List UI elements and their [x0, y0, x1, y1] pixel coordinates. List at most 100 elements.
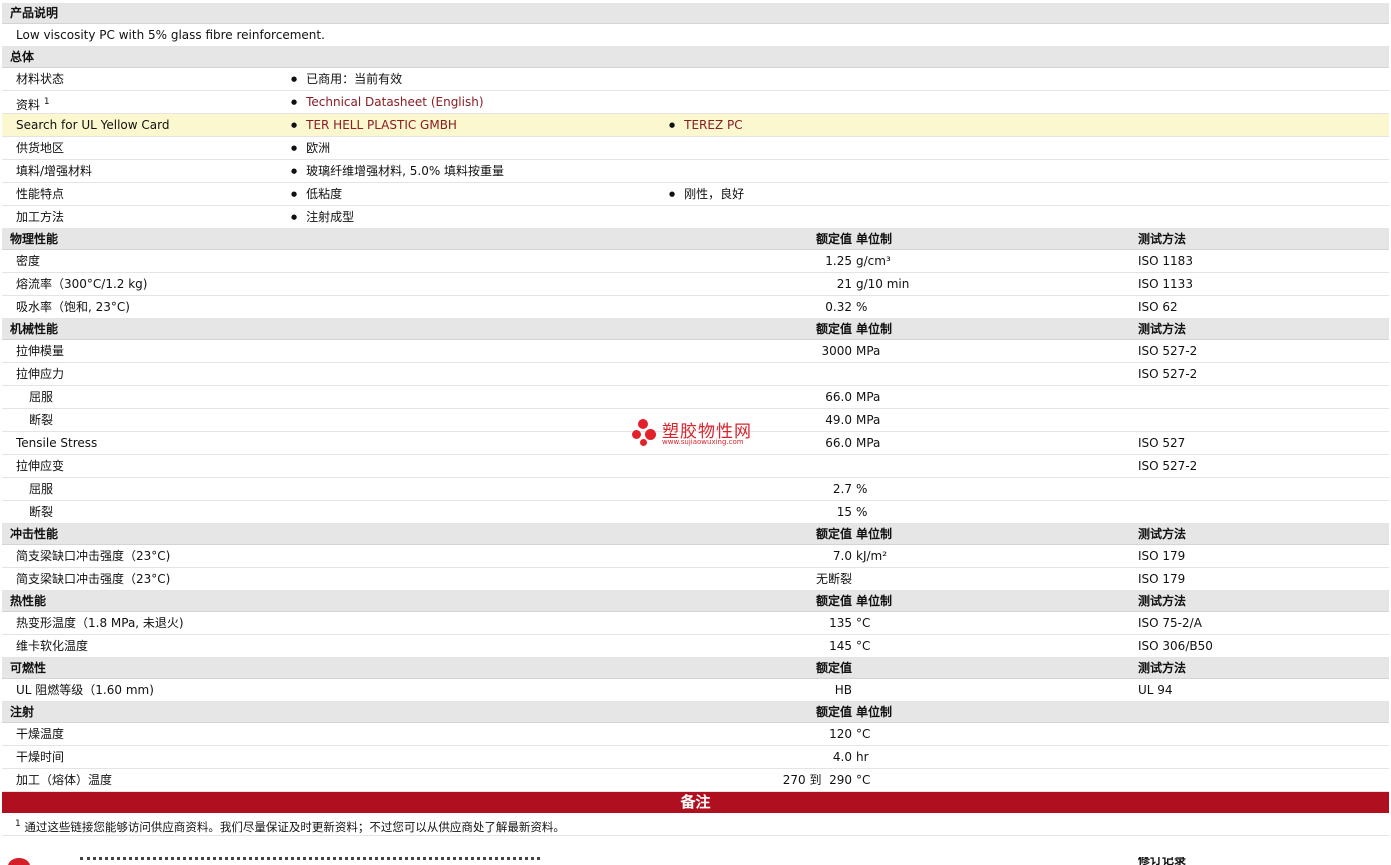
- column-test: 测试方法: [1138, 322, 1187, 336]
- technical-datasheet-link[interactable]: Technical Datasheet (English): [306, 95, 483, 109]
- table-row: 拉伸模量 3000 MPa ISO 527-2: [2, 340, 1389, 363]
- table-row: 拉伸应力 ISO 527-2: [2, 363, 1389, 386]
- table-row: 维卡软化温度 145 °C ISO 306/B50: [2, 635, 1389, 658]
- table-row: 拉伸应变 ISO 527-2: [2, 455, 1389, 478]
- property-unit: g/10 min: [856, 277, 910, 291]
- property-unit: °C: [856, 616, 871, 630]
- datasheet-list-item: Technical Datasheet (English): [291, 91, 483, 115]
- column-unit: 单位制: [856, 232, 893, 246]
- column-nominal: 额定值: [815, 594, 852, 608]
- property-value: HB: [834, 683, 852, 697]
- column-unit: 单位制: [856, 705, 893, 719]
- property-label: 简支梁缺口冲击强度（23°C): [16, 549, 171, 563]
- table-row: 密度 1.25 g/cm³ ISO 1183: [2, 250, 1389, 273]
- test-method: ISO 62: [1138, 300, 1178, 314]
- footnote-marker: 1: [15, 819, 21, 829]
- ul-list-item: TER HELL PLASTIC GMBH: [291, 114, 457, 138]
- section-title: 注射: [10, 705, 35, 719]
- property-unit: MPa: [856, 436, 881, 450]
- property-label: 断裂: [29, 505, 54, 519]
- property-label: 供货地区: [16, 141, 65, 155]
- property-unit: MPa: [856, 390, 881, 404]
- property-label: 吸水率（饱和, 23°C): [16, 300, 130, 314]
- footer-logo-icon: [8, 858, 30, 865]
- property-unit: MPa: [856, 344, 881, 358]
- property-label: 拉伸应变: [16, 459, 65, 473]
- section-title: 热性能: [10, 594, 47, 608]
- column-test: 测试方法: [1138, 594, 1187, 608]
- general-row-region: 供货地区 欧洲: [2, 137, 1389, 160]
- section-title: 机械性能: [10, 322, 59, 336]
- property-value: 玻璃纤维增强材料, 5.0% 填料按重量: [291, 160, 504, 184]
- property-label: 材料状态: [16, 72, 65, 86]
- property-value: 注射成型: [291, 206, 354, 230]
- property-unit: g/cm³: [856, 254, 891, 268]
- column-nominal: 额定值: [815, 705, 852, 719]
- general-row-documents: 资料 1 Technical Datasheet (English): [2, 91, 1389, 114]
- section-title: 总体: [10, 50, 35, 64]
- property-value: 无断裂: [815, 572, 852, 586]
- property-label: 屈服: [29, 482, 54, 496]
- property-value: 低粘度: [291, 183, 342, 207]
- property-value: 66.0: [825, 390, 852, 404]
- column-unit: 单位制: [856, 594, 893, 608]
- table-row: 吸水率（饱和, 23°C) 0.32 % ISO 62: [2, 296, 1389, 319]
- ul-card-link-terez[interactable]: TEREZ PC: [684, 118, 742, 132]
- property-label: 熔流率（300°C/1.2 kg): [16, 277, 148, 291]
- property-label: 干燥温度: [16, 727, 65, 741]
- section-header-mechanical: 机械性能 额定值 单位制 测试方法: [2, 319, 1389, 340]
- section-title: 产品说明: [10, 6, 59, 20]
- footer-revision-label: 修订记录: [1138, 857, 1187, 865]
- test-method: ISO 179: [1138, 572, 1186, 586]
- property-value: 15: [836, 505, 852, 519]
- general-row-features: 性能特点 低粘度 刚性，良好: [2, 183, 1389, 206]
- column-nominal: 额定值: [815, 661, 852, 675]
- property-value: 145: [829, 639, 852, 653]
- property-value: 49.0: [825, 413, 852, 427]
- general-row-filler: 填料/增强材料 玻璃纤维增强材料, 5.0% 填料按重量: [2, 160, 1389, 183]
- test-method: ISO 306/B50: [1138, 639, 1213, 653]
- property-unit: %: [856, 300, 868, 314]
- test-method: ISO 527-2: [1138, 367, 1198, 381]
- column-test: 测试方法: [1138, 232, 1187, 246]
- table-row: 屈服 2.7 %: [2, 478, 1389, 501]
- property-unit: °C: [856, 727, 871, 741]
- test-method: ISO 1183: [1138, 254, 1193, 268]
- section-header-injection: 注射 额定值 单位制: [2, 702, 1389, 723]
- property-unit: hr: [856, 750, 869, 764]
- description-text: Low viscosity PC with 5% glass fibre rei…: [16, 28, 325, 42]
- section-title: 可燃性: [10, 661, 47, 675]
- property-label: 热变形温度（1.8 MPa, 未退火): [16, 616, 184, 630]
- footnote: 1 通过这些链接您能够访问供应商资料。我们尽量保证及时更新资料；不过您可以从供应…: [2, 813, 1389, 836]
- column-nominal: 额定值: [815, 232, 852, 246]
- section-header-flammability: 可燃性 额定值 测试方法: [2, 658, 1389, 679]
- table-row: 热变形温度（1.8 MPa, 未退火) 135 °C ISO 75-2/A: [2, 612, 1389, 635]
- column-test: 测试方法: [1138, 527, 1187, 541]
- property-value: 21: [836, 277, 852, 291]
- property-label: 加工（熔体）温度: [16, 773, 113, 787]
- table-row: 加工（熔体）温度 270 到 290 °C: [2, 769, 1389, 792]
- test-method: ISO 527-2: [1138, 459, 1198, 473]
- property-label: 密度: [16, 254, 41, 268]
- footer-text-cut: [80, 857, 540, 865]
- watermark-url: www.sujiaowuxing.com: [662, 438, 744, 446]
- section-header-description: 产品说明: [2, 3, 1389, 24]
- property-value: 66.0: [825, 436, 852, 450]
- property-label: 干燥时间: [16, 750, 65, 764]
- general-row-ul-search: Search for UL Yellow Card TER HELL PLAST…: [2, 114, 1389, 137]
- property-label: 加工方法: [16, 210, 65, 224]
- property-label: UL 阻燃等级（1.60 mm): [16, 683, 154, 697]
- property-value: 135: [829, 616, 852, 630]
- property-label: 资料 1: [16, 97, 50, 112]
- property-unit: %: [856, 482, 868, 496]
- general-row-status: 材料状态 已商用：当前有效: [2, 68, 1389, 91]
- property-value: 120: [829, 727, 852, 741]
- property-unit: kJ/m²: [856, 549, 888, 563]
- ul-card-link-ter-hell[interactable]: TER HELL PLASTIC GMBH: [306, 118, 457, 132]
- property-unit: °C: [856, 639, 871, 653]
- section-header-general: 总体: [2, 47, 1389, 68]
- property-value: 4.0: [832, 750, 852, 764]
- table-row: 干燥温度 120 °C: [2, 723, 1389, 746]
- property-value: 3000: [821, 344, 852, 358]
- column-nominal: 额定值: [815, 527, 852, 541]
